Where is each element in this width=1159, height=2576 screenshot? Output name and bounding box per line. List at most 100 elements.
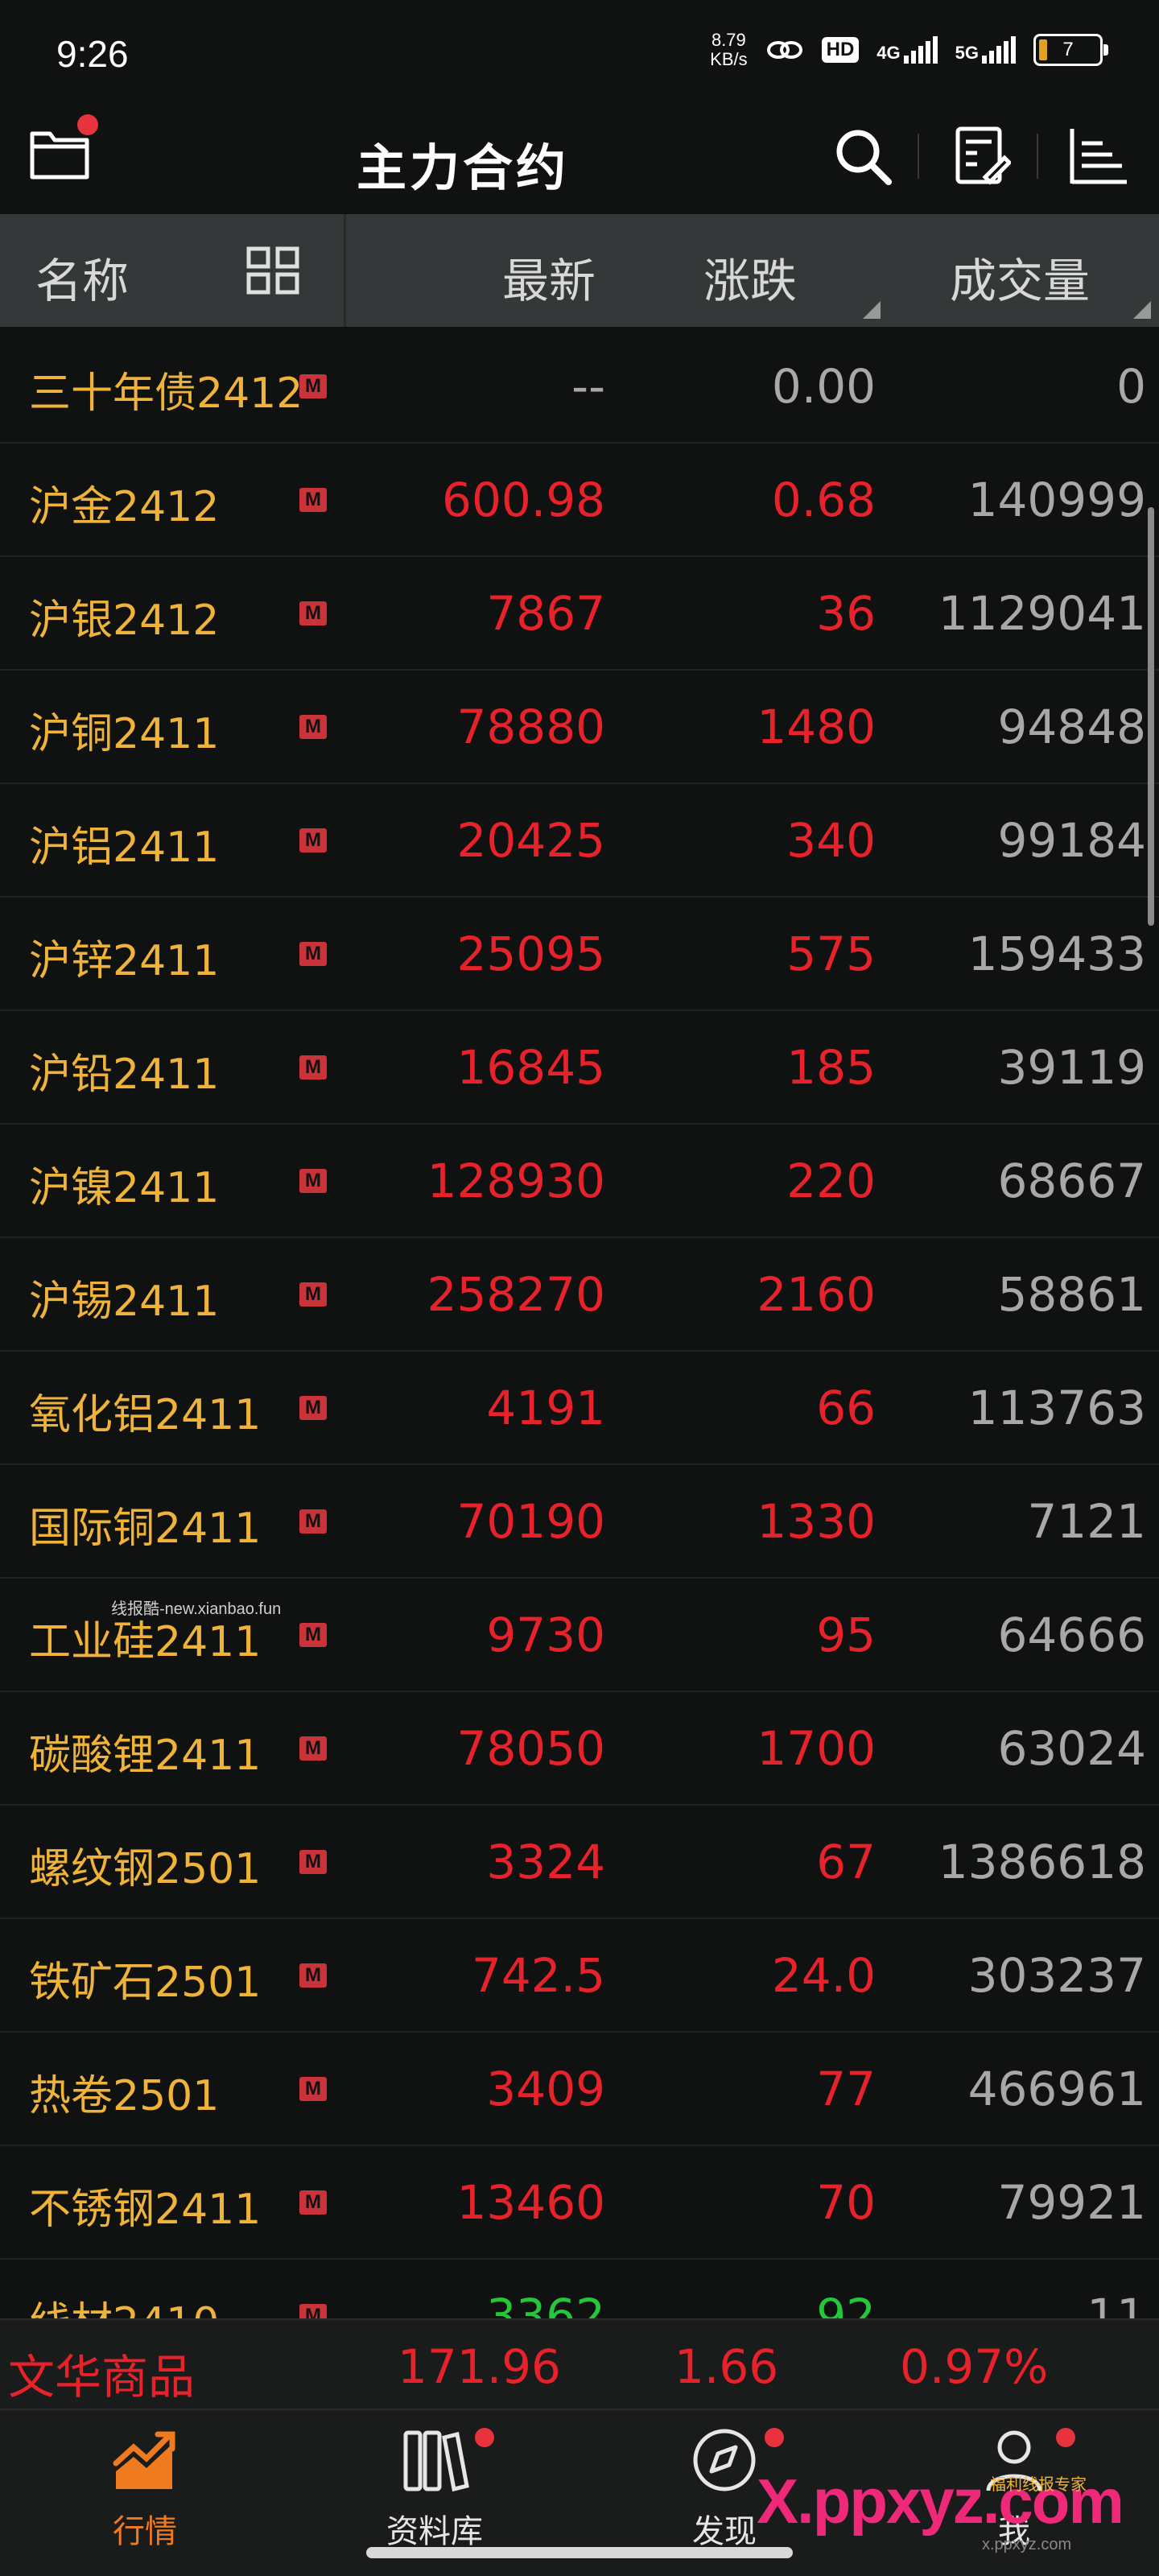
price-change: 575 (786, 927, 876, 981)
sort-indicator-icon (1133, 301, 1151, 319)
main-contract-badge: M (299, 1282, 327, 1307)
main-contract-badge: M (299, 1850, 327, 1874)
table-row[interactable]: 沪锌2411 M 25095 575 159433 (0, 898, 1159, 1011)
grid-toggle-icon[interactable] (246, 246, 299, 295)
table-row[interactable]: 氧化铝2411 M 4191 66 113763 (0, 1352, 1159, 1465)
status-bar: 9:26 8.79 KB/s HD 4G 5G 7 (0, 0, 1159, 105)
ticker-percent: 0.97% (900, 2339, 1049, 2394)
table-row[interactable]: 沪金2412 M 600.98 0.68 140999 (0, 444, 1159, 557)
calculator-button[interactable] (948, 122, 1016, 190)
price-change: 0.00 (771, 359, 876, 414)
price-change: 24.0 (771, 1948, 876, 2003)
nav-market[interactable]: 行情 (64, 2425, 225, 2553)
column-change[interactable]: 涨跌 (703, 243, 797, 311)
notification-dot (475, 2428, 494, 2447)
latest-price: 20425 (456, 813, 605, 868)
search-button[interactable] (829, 122, 897, 190)
volume: 159433 (967, 927, 1146, 981)
price-change: 92 (816, 2289, 876, 2318)
table-row[interactable]: 沪铜2411 M 78880 1480 94848 (0, 671, 1159, 784)
library-books-icon (403, 2430, 469, 2492)
watermark-slogan: 福利线报专家 (990, 2475, 1087, 2494)
status-time: 9:26 (56, 33, 129, 75)
contract-name: 沪锌2411 (29, 937, 220, 985)
table-row[interactable]: 国际铜2411 M 70190 1330 7121 (0, 1465, 1159, 1579)
contract-name: 螺纹钢2501 (29, 1845, 262, 1893)
volume: 99184 (997, 813, 1146, 868)
signal-4g: 4G (876, 36, 938, 64)
volume: 303237 (967, 1948, 1146, 2003)
table-row[interactable]: 三十年债2412 M -- 0.00 0 (0, 330, 1159, 444)
contract-name: 氧化铝2411 (29, 1391, 262, 1439)
price-change: 67 (816, 1835, 876, 1889)
table-row[interactable]: 热卷2501 M 3409 77 466961 (0, 2033, 1159, 2146)
table-row[interactable]: 沪锡2411 M 258270 2160 58861 (0, 1238, 1159, 1352)
contract-name: 铁矿石2501 (29, 1959, 262, 2007)
list-view-button[interactable] (1064, 122, 1132, 190)
index-ticker[interactable]: 文华商品 171.96 1.66 0.97% (0, 2318, 1159, 2409)
latest-price: 25095 (456, 927, 605, 981)
price-change: 70 (816, 2175, 876, 2230)
bar-list-icon (1070, 129, 1127, 184)
table-row[interactable]: 不锈钢2411 M 13460 70 79921 (0, 2146, 1159, 2260)
sort-indicator-icon (863, 301, 881, 319)
main-contract-badge: M (299, 2190, 327, 2215)
latest-price: 3324 (486, 1835, 605, 1889)
table-row[interactable]: 沪银2412 M 7867 36 1129041 (0, 557, 1159, 671)
latest-price: 7867 (486, 586, 605, 641)
latest-price: 258270 (427, 1267, 605, 1322)
price-change: 0.68 (771, 473, 876, 527)
contract-name: 线材2410 (29, 2289, 219, 2318)
ticker-name: 文华商品 (8, 2350, 196, 2405)
price-change: 36 (816, 586, 876, 641)
contract-name: 沪锡2411 (29, 1278, 220, 1326)
volume: 7121 (1027, 1494, 1146, 1549)
column-volume[interactable]: 成交量 (950, 243, 1090, 311)
main-contract-badge: M (299, 942, 327, 966)
search-icon (836, 130, 892, 185)
home-indicator[interactable] (366, 2547, 793, 2558)
compass-icon (693, 2429, 756, 2491)
latest-price: 742.5 (471, 1948, 605, 2003)
price-change: 1480 (757, 700, 876, 754)
volume: 94848 (997, 700, 1146, 754)
table-row[interactable]: 螺纹钢2501 M 3324 67 1386618 (0, 1806, 1159, 1919)
volume: 113763 (967, 1381, 1146, 1435)
column-latest[interactable]: 最新 (502, 243, 596, 311)
contract-name: 沪镍2411 (29, 1164, 220, 1212)
latest-price: 3362 (486, 2289, 605, 2318)
volume: 63024 (997, 1721, 1146, 1776)
latest-price: 9730 (486, 1608, 605, 1662)
ticker-value: 171.96 (398, 2339, 561, 2394)
column-name[interactable]: 名称 (35, 243, 129, 311)
volume: 466961 (967, 2062, 1146, 2116)
main-contract-badge: M (299, 1396, 327, 1420)
scrollbar[interactable] (1148, 507, 1154, 926)
column-header: 名称 最新 涨跌 成交量 (0, 214, 1159, 327)
main-contract-badge: M (299, 2077, 327, 2101)
signal-5g: 5G (955, 36, 1016, 64)
price-change: 220 (786, 1154, 876, 1208)
watermark-text: 线报酷-new.xianbao.fun (111, 1600, 282, 1618)
price-change: 340 (786, 813, 876, 868)
table-row[interactable]: 碳酸锂2411 M 78050 1700 63024 (0, 1692, 1159, 1806)
contract-list[interactable]: 三十年债2412 M -- 0.00 0 沪金2412 M 600.98 0.68 140999 沪… (0, 330, 1159, 2318)
volume: 11 (1087, 2289, 1146, 2318)
volume: 79921 (997, 2175, 1146, 2230)
price-change: 1700 (757, 1721, 876, 1776)
table-row[interactable]: 铁矿石2501 M 742.5 24.0 303237 (0, 1919, 1159, 2033)
divider (918, 134, 919, 179)
table-row[interactable]: 沪铝2411 M 20425 340 99184 (0, 784, 1159, 898)
table-row[interactable]: 线材2410 M 3362 92 11 (0, 2260, 1159, 2318)
ticker-change: 1.66 (674, 2339, 779, 2394)
table-row[interactable]: 沪铅2411 M 16845 185 39119 (0, 1011, 1159, 1125)
nav-label: 资料库 (386, 2513, 483, 2550)
volume: 1386618 (938, 1835, 1146, 1889)
latest-price: 13460 (456, 2175, 605, 2230)
latest-price: 16845 (456, 1040, 605, 1095)
table-row[interactable]: 沪镍2411 M 128930 220 68667 (0, 1125, 1159, 1238)
contract-name: 国际铜2411 (29, 1505, 262, 1553)
volume: 68667 (997, 1154, 1146, 1208)
main-contract-badge: M (299, 601, 327, 625)
main-contract-badge: M (299, 488, 327, 512)
